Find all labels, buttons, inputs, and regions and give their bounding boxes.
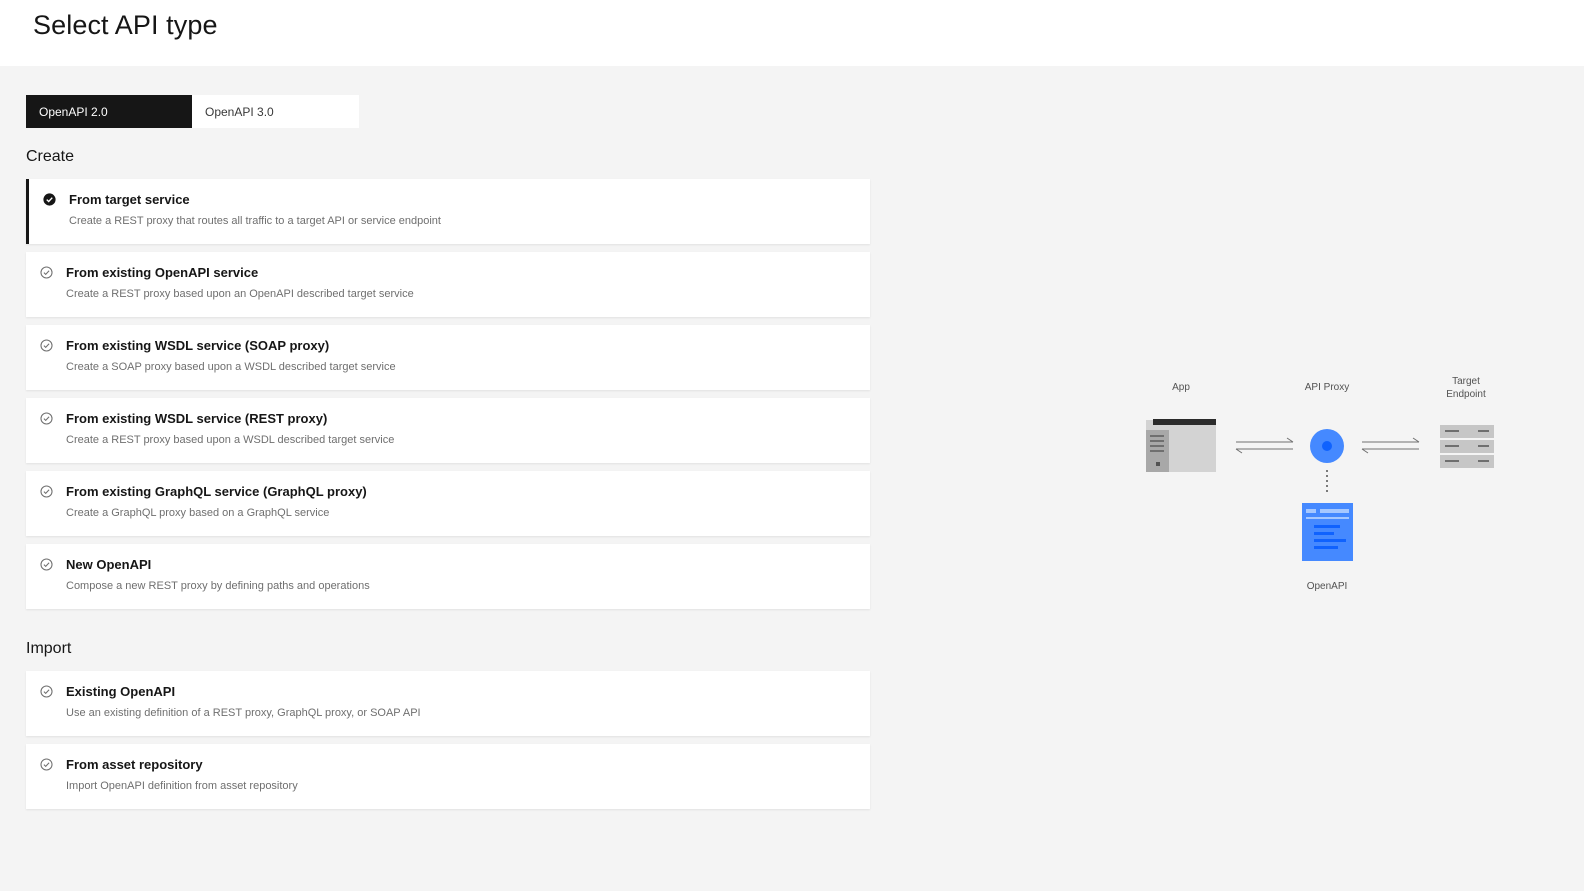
option-title: New OpenAPI: [66, 557, 152, 572]
checkmark-outline-icon: [40, 266, 53, 279]
option-description: Create a REST proxy based upon a WSDL de…: [66, 434, 395, 446]
option-from-existing-openapi[interactable]: From existing OpenAPI service Create a R…: [26, 252, 870, 317]
option-title: From target service: [69, 192, 190, 207]
import-options-list: Existing OpenAPI Use an existing definit…: [26, 671, 870, 817]
api-proxy-diagram: App API Proxy Target Endpoint OpenAPI: [1130, 370, 1510, 610]
option-title: Existing OpenAPI: [66, 684, 176, 699]
openapi-version-switcher: OpenAPI 2.0 OpenAPI 3.0: [26, 95, 359, 128]
checkmark-outline-icon: [40, 339, 53, 352]
checkmark-outline-icon: [40, 485, 53, 498]
option-title: From existing OpenAPI service: [66, 265, 259, 280]
option-existing-openapi[interactable]: Existing OpenAPI Use an existing definit…: [26, 671, 870, 736]
openapi-document-icon: [1302, 503, 1353, 561]
create-options-list: From target service Create a REST proxy …: [26, 179, 870, 617]
app-window-icon: [1146, 419, 1216, 472]
option-description: Create a GraphQL proxy based on a GraphQ…: [66, 507, 330, 519]
page-title: Select API type: [33, 10, 218, 40]
checkmark-filled-icon: [43, 193, 56, 206]
option-description: Compose a new REST proxy by defining pat…: [66, 580, 370, 592]
option-description: Create a REST proxy based upon an OpenAP…: [66, 288, 414, 300]
diagram-graphic: [1146, 419, 1494, 561]
tab-openapi-2[interactable]: OpenAPI 2.0: [26, 95, 192, 128]
api-proxy-node-icon: [1310, 429, 1344, 463]
option-from-graphql[interactable]: From existing GraphQL service (GraphQL p…: [26, 471, 870, 536]
checkmark-outline-icon: [40, 758, 53, 771]
option-from-wsdl-rest[interactable]: From existing WSDL service (REST proxy) …: [26, 398, 870, 463]
server-stack-icon: [1440, 425, 1494, 468]
option-title: From asset repository: [66, 757, 203, 772]
create-heading: Create: [26, 148, 75, 165]
option-title: From existing GraphQL service (GraphQL p…: [66, 484, 367, 499]
option-description: Use an existing definition of a REST pro…: [66, 707, 421, 719]
tab-openapi-3[interactable]: OpenAPI 3.0: [192, 95, 358, 128]
option-title: From existing WSDL service (REST proxy): [66, 411, 328, 426]
checkmark-outline-icon: [40, 685, 53, 698]
option-from-target-service[interactable]: From target service Create a REST proxy …: [26, 179, 870, 244]
checkmark-outline-icon: [40, 558, 53, 571]
page-header: Select API type: [0, 0, 1584, 66]
option-from-asset-repository[interactable]: From asset repository Import OpenAPI def…: [26, 744, 870, 809]
checkmark-outline-icon: [40, 412, 53, 425]
bidirectional-arrow-icon: [1235, 437, 1294, 454]
import-heading: Import: [26, 640, 72, 657]
option-description: Import OpenAPI definition from asset rep…: [66, 780, 298, 792]
bidirectional-arrow-icon: [1361, 437, 1420, 454]
option-description: Create a SOAP proxy based upon a WSDL de…: [66, 361, 396, 373]
option-new-openapi[interactable]: New OpenAPI Compose a new REST proxy by …: [26, 544, 870, 609]
option-title: From existing WSDL service (SOAP proxy): [66, 338, 330, 353]
option-from-wsdl-soap[interactable]: From existing WSDL service (SOAP proxy) …: [26, 325, 870, 390]
option-description: Create a REST proxy that routes all traf…: [69, 215, 441, 227]
diagram-openapi-label: OpenAPI: [1306, 581, 1348, 592]
